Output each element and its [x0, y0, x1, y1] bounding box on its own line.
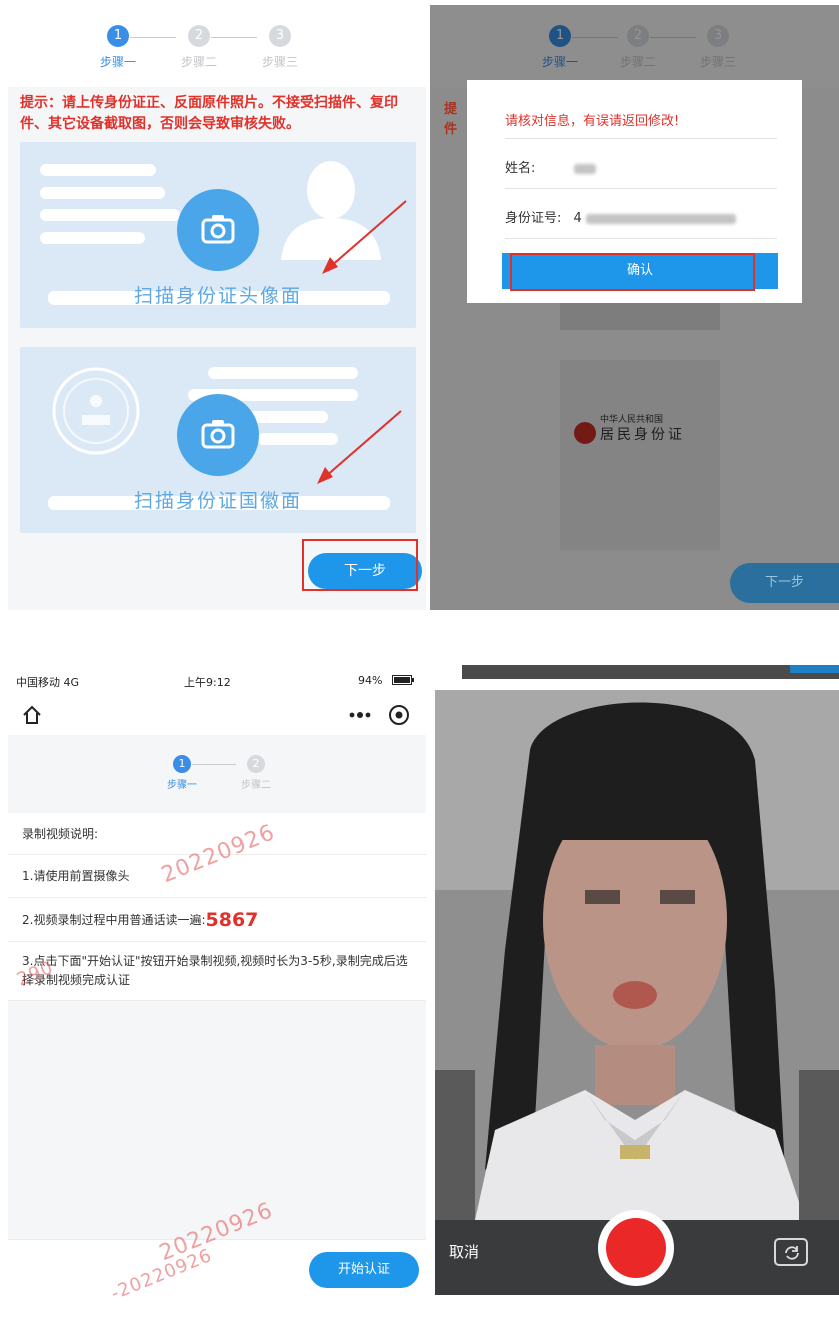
step-2-label: 步骤二 — [180, 55, 217, 69]
divider — [505, 188, 777, 189]
scan-back-label: 扫描身份证国徽面 — [133, 490, 302, 512]
nav-bar — [8, 695, 426, 735]
instruction-text: 2.视频录制过程中用普通话读一遍: — [22, 913, 206, 927]
id-value-redacted — [585, 213, 736, 224]
camera-button[interactable] — [177, 394, 259, 476]
camera-top-accent — [790, 665, 839, 673]
red-arrow-icon — [317, 410, 402, 484]
step-3-dot: 3 — [269, 25, 291, 47]
red-arrow-icon — [322, 200, 407, 274]
instruction-item: 2.视频录制过程中用普通话读一遍:5867 — [8, 898, 426, 942]
divider — [505, 138, 777, 139]
step-1: 1 步骤一 — [150, 755, 214, 791]
bottom-bar: 开始认证 — [8, 1239, 426, 1298]
confirm-dialog: 请核对信息，有误请返回修改! 姓名: 身份证号: 4 确认 — [467, 80, 802, 303]
next-step-button[interactable]: 下一步 — [730, 563, 839, 603]
dialog-title: 请核对信息，有误请返回修改! — [505, 114, 680, 129]
divider — [505, 238, 777, 239]
status-bar: 中国移动 4G 上午9:12 94% — [8, 665, 426, 695]
id-upload-screen: 1 步骤一 2 步骤二 3 步骤三 提示：请上传身份证正、反面原件照片。不接受扫… — [8, 5, 426, 610]
name-label: 姓名: — [505, 161, 536, 176]
name-value-redacted — [573, 163, 596, 174]
camera-button[interactable] — [177, 189, 259, 271]
record-icon — [606, 1218, 666, 1278]
scan-id-front-card[interactable]: 扫描身份证头像面 — [20, 142, 416, 328]
carrier: 中国移动 4G — [16, 676, 80, 689]
step-indicator: 1 步骤一 2 步骤二 — [8, 735, 426, 810]
start-verification-button[interactable]: 开始认证 — [309, 1252, 419, 1288]
step-1-label: 步骤一 — [99, 55, 136, 69]
step-2: 2 步骤二 — [224, 755, 288, 791]
national-emblem-icon — [52, 367, 140, 455]
step-2-dot: 2 — [247, 755, 265, 773]
card-line — [40, 209, 180, 221]
scan-front-label: 扫描身份证头像面 — [133, 285, 302, 307]
card-line — [40, 187, 165, 199]
step-1-label: 步骤一 — [167, 780, 197, 791]
upload-tip: 提示：请上传身份证正、反面原件照片。不接受扫描件、复印件、其它设备截取图，否则会… — [20, 95, 398, 132]
id-row: 身份证号: 4 — [505, 207, 736, 226]
step-3: 3 步骤三 — [248, 25, 312, 70]
camera-icon — [201, 420, 235, 449]
step-1: 1 步骤一 — [86, 25, 150, 70]
verification-code: 5867 — [205, 909, 259, 931]
step-3-label: 步骤三 — [261, 55, 298, 69]
confirm-info-screen: 1 步骤一 2 步骤二 3 步骤三 中华人民共和国 居民身份证 提 件 下一步 … — [430, 5, 839, 610]
camera-recording-screen: 取消 — [435, 690, 839, 1295]
camera-top-strip — [462, 665, 839, 679]
step-2: 2 步骤二 — [167, 25, 231, 70]
highlight-box — [302, 539, 418, 591]
home-icon[interactable] — [22, 705, 42, 725]
more-icon[interactable] — [348, 707, 372, 723]
record-button[interactable] — [598, 1210, 674, 1286]
close-miniprogram-icon[interactable] — [388, 704, 410, 726]
switch-camera-icon — [785, 1246, 799, 1260]
camera-preview — [435, 690, 839, 1220]
card-line — [208, 367, 358, 379]
instruction-item: 3.点击下面"开始认证"按钮开始录制视频,视频时长为3-5秒,录制完成后选择录制… — [8, 942, 426, 1001]
step-1-dot: 1 — [107, 25, 129, 47]
step-1-dot: 1 — [173, 755, 191, 773]
battery-icon — [392, 675, 414, 685]
id-label: 身份证号: — [505, 211, 562, 226]
camera-icon — [201, 215, 235, 244]
step-2-dot: 2 — [188, 25, 210, 47]
id-value-prefix: 4 — [573, 211, 582, 226]
scan-id-back-card[interactable]: 扫描身份证国徽面 — [20, 347, 416, 533]
video-instructions-screen: 中国移动 4G 上午9:12 94% 1 步骤一 2 步骤二 录制视频说明: 1… — [8, 665, 426, 1298]
name-row: 姓名: — [505, 157, 596, 176]
switch-camera-button[interactable] — [774, 1238, 808, 1266]
step-2-label: 步骤二 — [241, 780, 271, 791]
highlight-box — [510, 253, 755, 291]
step-indicator: 1 步骤一 2 步骤二 3 步骤三 — [8, 5, 426, 87]
clock: 上午9:12 — [184, 676, 231, 689]
card-line — [40, 164, 156, 176]
camera-controls: 取消 — [435, 1210, 839, 1295]
background-tip: 提 件 — [444, 102, 458, 137]
card-line — [40, 232, 145, 244]
cancel-button[interactable]: 取消 — [449, 1241, 479, 1262]
battery-level: 94% — [358, 674, 383, 687]
